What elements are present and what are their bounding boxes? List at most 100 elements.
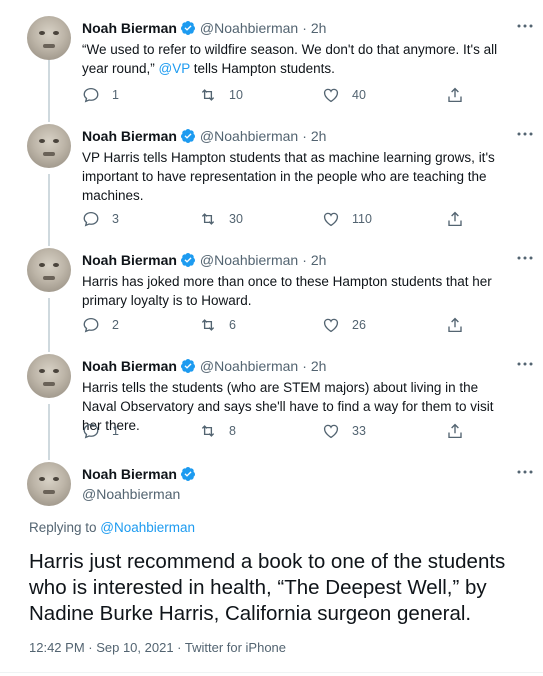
author-handle[interactable]: @Noahbierman	[200, 127, 298, 145]
tweet-time[interactable]: 2h	[311, 127, 327, 145]
like-icon	[323, 424, 339, 439]
avatar[interactable]	[27, 16, 71, 60]
reply-icon	[83, 423, 99, 439]
mention-link[interactable]: @VP	[159, 61, 190, 76]
share-icon	[448, 211, 462, 227]
more-icon[interactable]	[517, 468, 533, 476]
mention-link[interactable]: @Noahbierman	[100, 520, 195, 535]
reply-button[interactable]: 3	[82, 210, 119, 228]
author-name[interactable]: Noah Bierman	[82, 357, 177, 375]
retweet-icon	[201, 89, 215, 101]
like-icon	[323, 318, 339, 333]
avatar[interactable]	[27, 354, 71, 398]
author-name[interactable]: Noah Bierman	[82, 465, 177, 483]
more-icon[interactable]	[517, 254, 533, 262]
author-name[interactable]: Noah Bierman	[82, 19, 177, 37]
separator-dot: ·	[302, 128, 307, 144]
more-icon[interactable]	[517, 22, 533, 30]
tweet-header: Noah Bierman @Noahbierman · 2h	[82, 251, 326, 269]
thread-tweet[interactable]: Noah Bierman @Noahbierman · 2h VP Harris…	[0, 124, 543, 236]
reply-count: 2	[112, 318, 119, 332]
retweet-icon	[201, 213, 215, 225]
tweet-actions: 1 10 40	[82, 86, 482, 106]
tweet-time[interactable]: 2h	[311, 357, 327, 375]
retweet-button[interactable]: 8	[199, 422, 236, 440]
tweet-actions: 1 8 33	[82, 422, 482, 442]
tweet-actions: 2 6 26	[82, 316, 482, 336]
verified-badge-icon	[180, 21, 195, 35]
tweet-time[interactable]: 2h	[311, 19, 327, 37]
avatar[interactable]	[27, 124, 71, 168]
retweet-button[interactable]: 30	[199, 210, 243, 228]
reply-icon	[83, 87, 99, 103]
avatar[interactable]	[27, 248, 71, 292]
retweet-icon	[201, 319, 215, 331]
retweet-count: 6	[229, 318, 236, 332]
like-count: 110	[352, 212, 372, 226]
tweet-timestamp[interactable]: 12:42 PM · Sep 10, 2021 · Twitter for iP…	[29, 640, 286, 655]
reply-button[interactable]: 1	[82, 86, 119, 104]
tweet-header: Noah Bierman @Noahbierman · 2h	[82, 127, 326, 145]
share-button[interactable]	[446, 210, 476, 228]
like-button[interactable]: 33	[322, 422, 366, 440]
share-icon	[448, 87, 462, 103]
retweet-count: 30	[229, 212, 243, 226]
retweet-button[interactable]: 10	[199, 86, 243, 104]
reply-count: 1	[112, 88, 119, 102]
separator-dot: ·	[302, 252, 307, 268]
share-button[interactable]	[446, 86, 476, 104]
tweet-header: Noah Bierman @Noahbierman · 2h	[82, 357, 326, 375]
retweet-icon	[201, 425, 215, 437]
verified-badge-icon	[180, 253, 195, 267]
share-button[interactable]	[446, 316, 476, 334]
author-name[interactable]: Noah Bierman	[82, 251, 177, 269]
share-button[interactable]	[446, 422, 476, 440]
author-handle[interactable]: @Noahbierman	[200, 19, 298, 37]
replying-to: Replying to @Noahbierman	[29, 520, 195, 535]
retweet-button[interactable]: 6	[199, 316, 236, 334]
retweet-count: 8	[229, 424, 236, 438]
thread-tweet[interactable]: Noah Bierman @Noahbierman · 2h Harris ha…	[0, 248, 543, 343]
like-count: 40	[352, 88, 366, 102]
like-button[interactable]: 26	[322, 316, 366, 334]
author-handle[interactable]: @Noahbierman	[82, 486, 180, 502]
reply-icon	[83, 317, 99, 333]
like-button[interactable]: 110	[322, 210, 372, 228]
replying-label: Replying to	[29, 520, 101, 535]
like-button[interactable]: 40	[322, 86, 366, 104]
tweet-text: VP Harris tells Hampton students that as…	[82, 150, 495, 203]
reply-count: 1	[112, 424, 119, 438]
thread-tweet[interactable]: Noah Bierman @Noahbierman · 2h Harris te…	[0, 354, 543, 449]
divider	[0, 672, 543, 673]
avatar[interactable]	[27, 462, 71, 506]
like-count: 26	[352, 318, 366, 332]
author-name[interactable]: Noah Bierman	[82, 127, 177, 145]
reply-count: 3	[112, 212, 119, 226]
more-icon[interactable]	[517, 130, 533, 138]
reply-button[interactable]: 1	[82, 422, 119, 440]
tweet-text: “We used to refer to wildfire season. We…	[82, 40, 512, 78]
verified-badge-icon	[180, 129, 195, 143]
tweet-actions: 3 30 110	[82, 210, 482, 230]
tweet-header: Noah Bierman	[82, 465, 200, 483]
separator-dot: ·	[302, 358, 307, 374]
like-count: 33	[352, 424, 366, 438]
tweet-text-part: tells Hampton students.	[190, 61, 335, 76]
tweet-header: Noah Bierman @Noahbierman · 2h	[82, 19, 326, 37]
tweet-text: Harris has joked more than once to these…	[82, 274, 492, 308]
reply-button[interactable]: 2	[82, 316, 119, 334]
author-handle[interactable]: @Noahbierman	[200, 251, 298, 269]
main-tweet-text: Harris just recommend a book to one of t…	[29, 550, 506, 625]
share-icon	[448, 423, 462, 439]
reply-icon	[83, 211, 99, 227]
author-handle[interactable]: @Noahbierman	[200, 357, 298, 375]
tweet-time[interactable]: 2h	[311, 251, 327, 269]
like-icon	[323, 88, 339, 103]
separator-dot: ·	[302, 20, 307, 36]
retweet-count: 10	[229, 88, 243, 102]
thread-tweet[interactable]: Noah Bierman @Noahbierman · 2h “We used …	[0, 16, 543, 116]
like-icon	[323, 212, 339, 227]
verified-badge-icon	[180, 467, 195, 481]
verified-badge-icon	[180, 359, 195, 373]
more-icon[interactable]	[517, 360, 533, 368]
